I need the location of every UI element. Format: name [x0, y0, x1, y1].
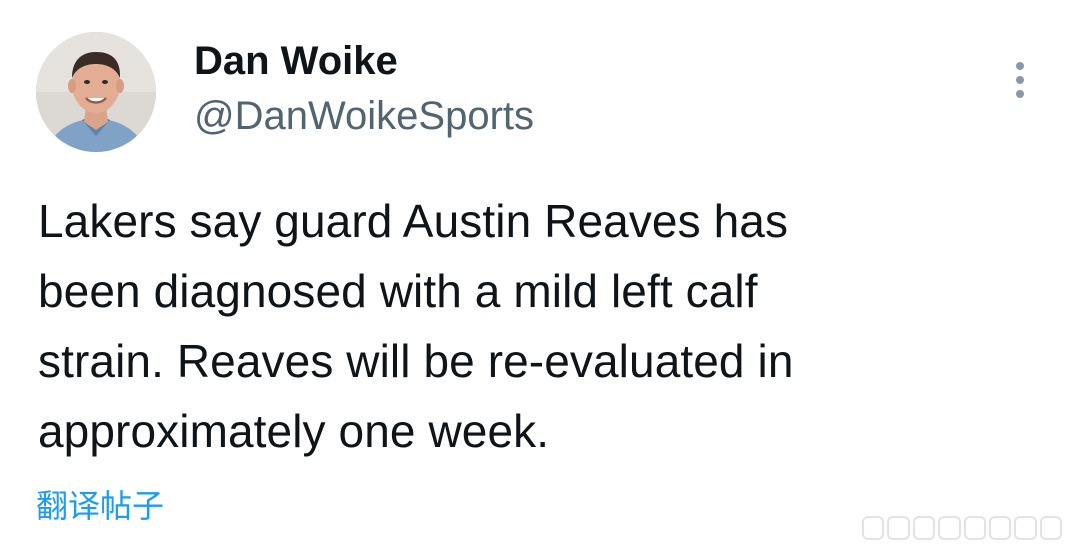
tweet-text: Lakers say guard Austin Reaves has been …: [38, 186, 1038, 466]
tweet-card: Dan Woike @DanWoikeSports Lakers say gua…: [0, 0, 1080, 552]
avatar[interactable]: [36, 32, 156, 152]
more-vertical-icon-dot: [1016, 90, 1024, 98]
more-vertical-icon-dot: [1016, 76, 1024, 84]
tweet-text-line: Lakers say guard Austin Reaves has: [38, 195, 789, 247]
tweet-text-line: been diagnosed with a mild left calf: [38, 265, 758, 317]
author-name[interactable]: Dan Woike: [194, 38, 398, 84]
more-options-button[interactable]: [1002, 56, 1038, 104]
tweet-text-line: strain. Reaves will be re-evaluated in: [38, 335, 794, 387]
translate-post-link[interactable]: 翻译帖子: [36, 486, 164, 526]
profile-photo: [36, 32, 156, 152]
more-vertical-icon: [1016, 62, 1024, 70]
tweet-text-line: approximately one week.: [38, 405, 550, 457]
watermark: [862, 516, 1062, 540]
author-handle[interactable]: @DanWoikeSports: [194, 93, 534, 139]
